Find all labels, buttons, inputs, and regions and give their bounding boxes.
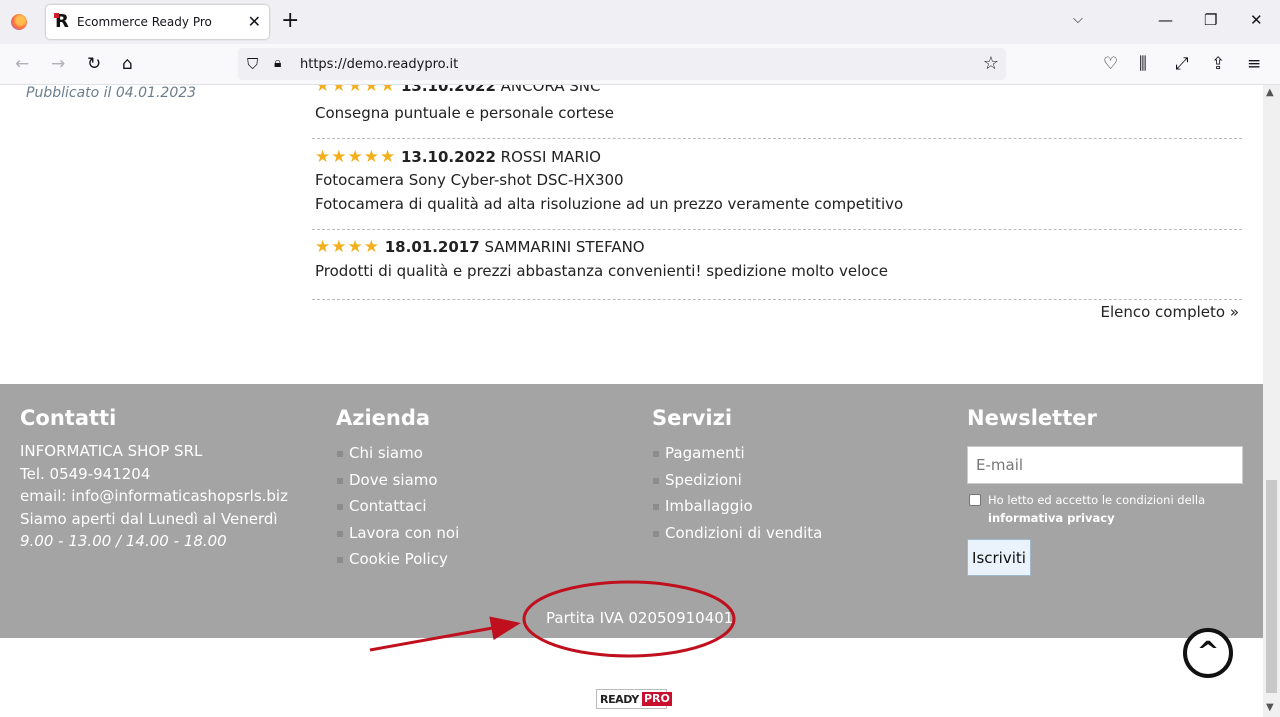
review-author: ROSSI MARIO (500, 148, 601, 166)
tab-title: Ecommerce Ready Pro (77, 15, 212, 29)
published-date: Pubblicato il 04.01.2023 (26, 85, 197, 101)
contacts-column: Contatti INFORMATICA SHOP SRL Tel. 0549-… (20, 406, 288, 553)
vat-number: Partita IVA 02050910401 (546, 609, 734, 627)
restore-icon[interactable]: ❐ (1204, 11, 1217, 29)
review-product: Fotocamera Sony Cyber-shot DSC-HX300 (315, 171, 624, 189)
footer-link-spedizioni[interactable]: Spedizioni (652, 467, 822, 494)
company-column: Azienda Chi siamo Dove siamo Contattaci … (336, 406, 459, 573)
scrollbar-thumb[interactable] (1266, 480, 1277, 693)
rating-stars: ★★★★★ (315, 85, 397, 96)
privacy-checkbox[interactable] (969, 494, 981, 506)
pocket-icon[interactable]: ♡ (1103, 54, 1118, 74)
url-text[interactable]: https://demo.readypro.it (300, 57, 458, 72)
star-icon[interactable]: ☆ (983, 53, 999, 74)
review-author: SAMMARINI STEFANO (484, 238, 645, 256)
privacy-policy-link[interactable]: informativa privacy (988, 511, 1115, 525)
review-text: Fotocamera di qualità ad alta risoluzion… (315, 195, 904, 213)
services-title: Servizi (652, 406, 733, 430)
url-bar[interactable]: ⛉ 🔒︎ https://demo.readypro.it ☆ (238, 48, 1006, 80)
footer-link-condizioni-vendita[interactable]: Condizioni di vendita (652, 520, 822, 547)
tracking-protection-icon[interactable]: ⛉ (247, 55, 258, 73)
newsletter-title: Newsletter (967, 406, 1097, 430)
review-item: ★★★★★ 13.10.2022 ANCORA SNC Consegna pun… (312, 85, 1242, 139)
opening-days: Siamo aperti dal Lunedì al Venerdì (20, 509, 278, 528)
home-icon[interactable]: ⌂ (122, 54, 133, 74)
privacy-label: Ho letto ed accetto le condizioni della … (988, 491, 1243, 527)
newsletter-column: Newsletter Ho letto ed accetto le condiz… (967, 406, 1243, 586)
forward-arrow-icon[interactable]: → (51, 54, 65, 74)
site-favicon-icon: R (54, 13, 72, 31)
chevron-down-icon[interactable]: ⌵ (1073, 12, 1083, 27)
page-viewport: Pubblicato il 04.01.2023 ★★★★★ 13.10.202… (0, 85, 1263, 717)
scroll-to-top-button[interactable]: ^ (1183, 628, 1233, 678)
review-header: ★★★★★ 13.10.2022 ROSSI MARIO (312, 147, 1242, 169)
brand-ready: READY (600, 693, 639, 706)
review-item: ★★★★ 18.01.2017 SAMMARINI STEFANO Prodot… (312, 230, 1242, 300)
minimize-icon[interactable]: — (1158, 11, 1173, 29)
library-icon[interactable]: ⫼ (1139, 54, 1147, 74)
review-header: ★★★★★ 13.10.2022 ANCORA SNC (312, 85, 1242, 98)
tab-strip: R Ecommerce Ready Pro ✕ + ⌵ — ❐ ✕ (0, 0, 1280, 44)
review-text: Prodotti di qualità e prezzi abbastanza … (315, 262, 888, 280)
back-arrow-icon[interactable]: ← (15, 54, 29, 74)
footer-link-pagamenti[interactable]: Pagamenti (652, 440, 822, 467)
extension-icon[interactable]: ⤢ (1175, 54, 1189, 74)
subscribe-button[interactable]: Iscriviti (967, 539, 1031, 576)
site-footer: Contatti INFORMATICA SHOP SRL Tel. 0549-… (0, 384, 1263, 638)
lock-icon[interactable]: 🔒︎ (274, 55, 281, 71)
footer-link-cookie-policy[interactable]: Cookie Policy (336, 546, 459, 573)
footer-link-chi-siamo[interactable]: Chi siamo (336, 440, 459, 467)
opening-hours: 9.00 - 13.00 / 14.00 - 18.00 (20, 532, 227, 550)
privacy-text: Ho letto ed accetto le condizioni della (988, 493, 1206, 507)
footer-link-lavora-con-noi[interactable]: Lavora con noi (336, 520, 459, 547)
contacts-title: Contatti (20, 406, 117, 430)
close-icon[interactable]: ✕ (248, 12, 261, 31)
footer-link-contattaci[interactable]: Contattaci (336, 493, 459, 520)
readypro-logo[interactable]: READY PRO (596, 689, 672, 709)
navigation-toolbar: ← → ↻ ⌂ ⛉ 🔒︎ https://demo.readypro.it ☆ … (0, 44, 1280, 85)
vertical-scrollbar[interactable]: ▲ ▼ (1263, 85, 1280, 717)
review-date: 13.10.2022 (400, 85, 496, 95)
services-column: Servizi Pagamenti Spedizioni Imballaggio… (652, 406, 822, 546)
rating-stars: ★★★★ (315, 237, 380, 257)
company-title: Azienda (336, 406, 431, 430)
hamburger-menu-icon[interactable]: ≡ (1247, 54, 1261, 74)
window-close-icon[interactable]: ✕ (1250, 11, 1263, 29)
company-links: Chi siamo Dove siamo Contattaci Lavora c… (336, 440, 459, 573)
tab-active[interactable]: R Ecommerce Ready Pro ✕ (46, 5, 269, 39)
email-address[interactable]: email: info@informaticashopsrls.biz (20, 485, 288, 508)
footer-link-imballaggio[interactable]: Imballaggio (652, 493, 822, 520)
chevron-up-icon: ^ (1196, 636, 1220, 667)
review-item: ★★★★★ 13.10.2022 ROSSI MARIO Fotocamera … (312, 139, 1242, 230)
firefox-icon[interactable] (11, 14, 27, 30)
services-links: Pagamenti Spedizioni Imballaggio Condizi… (652, 440, 822, 546)
plus-icon[interactable]: + (281, 9, 299, 33)
phone-number: Tel. 0549-941204 (20, 464, 151, 483)
review-author: ANCORA SNC (500, 85, 601, 95)
newsletter-email-input[interactable] (967, 446, 1243, 484)
company-name: INFORMATICA SHOP SRL (20, 442, 203, 460)
footer-link-dove-siamo[interactable]: Dove siamo (336, 467, 459, 494)
full-list-link[interactable]: Elenco completo » (1100, 303, 1239, 321)
reload-icon[interactable]: ↻ (87, 54, 101, 74)
review-header: ★★★★ 18.01.2017 SAMMARINI STEFANO (312, 237, 1242, 259)
review-date: 18.01.2017 (384, 238, 480, 256)
scroll-up-icon[interactable]: ▲ (1266, 87, 1274, 98)
rating-stars: ★★★★★ (315, 147, 397, 167)
review-date: 13.10.2022 (400, 148, 496, 166)
brand-pro: PRO (642, 692, 672, 706)
scroll-down-icon[interactable]: ▼ (1266, 702, 1274, 713)
share-icon[interactable]: ⇪ (1211, 54, 1225, 74)
review-text: Consegna puntuale e personale cortese (315, 104, 614, 122)
